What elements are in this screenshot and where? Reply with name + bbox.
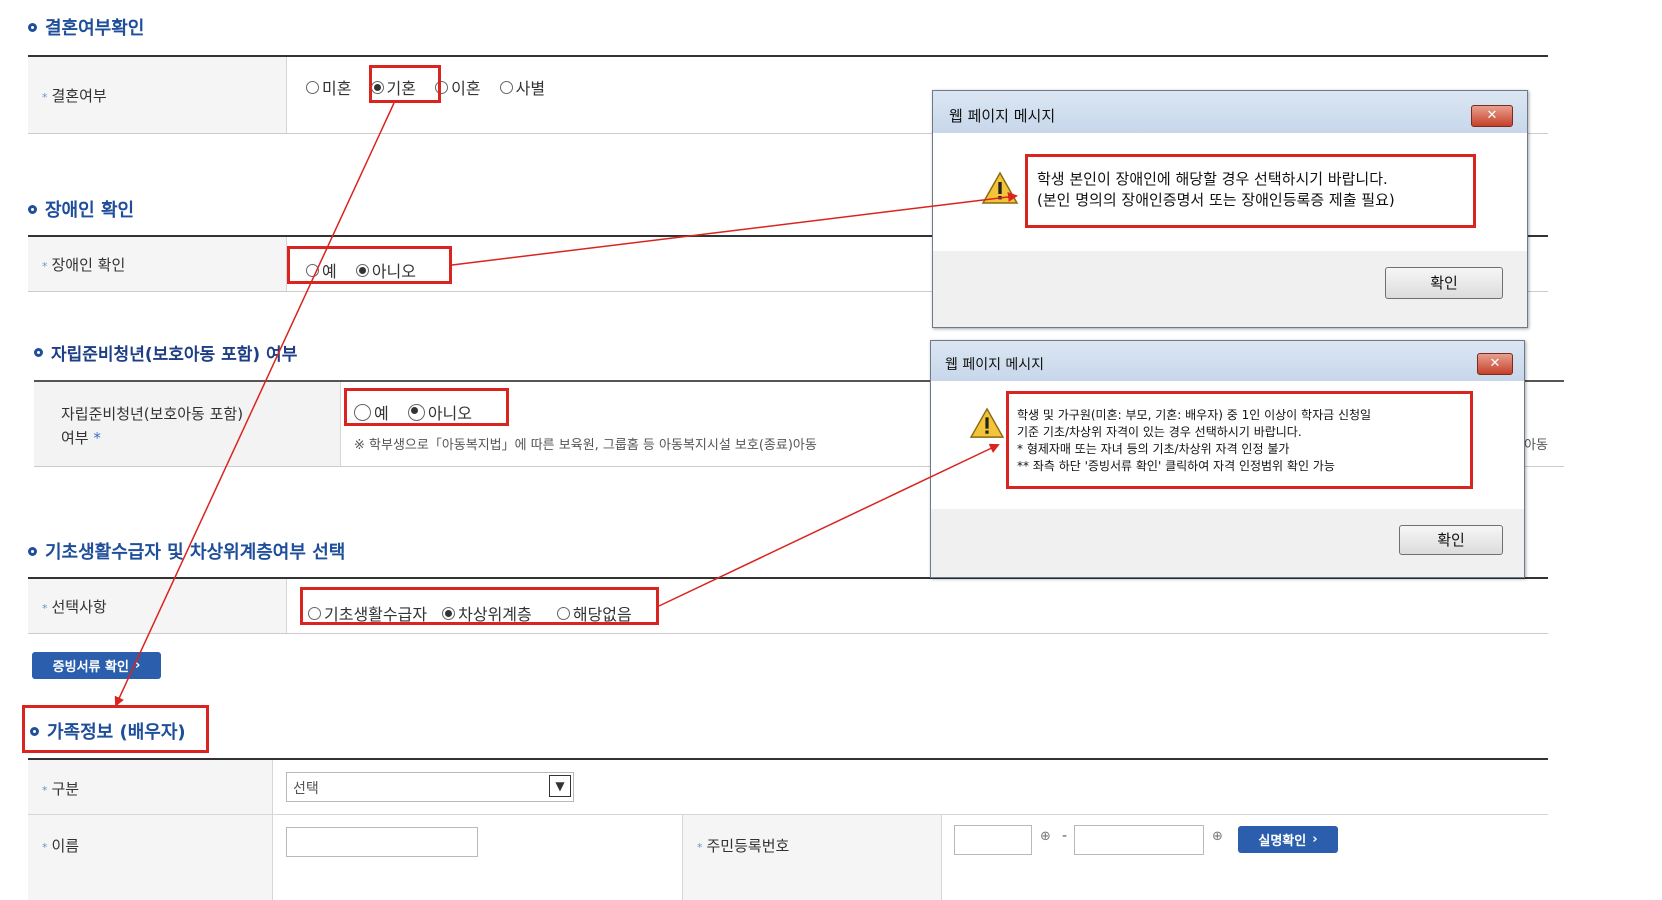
arrow-disabled-to-dialog1: [451, 192, 1018, 266]
annotation-arrows: [114, 102, 1018, 707]
arrow-married-to-family: [114, 102, 395, 707]
arrow-basic-living-to-dialog2: [658, 443, 1000, 607]
